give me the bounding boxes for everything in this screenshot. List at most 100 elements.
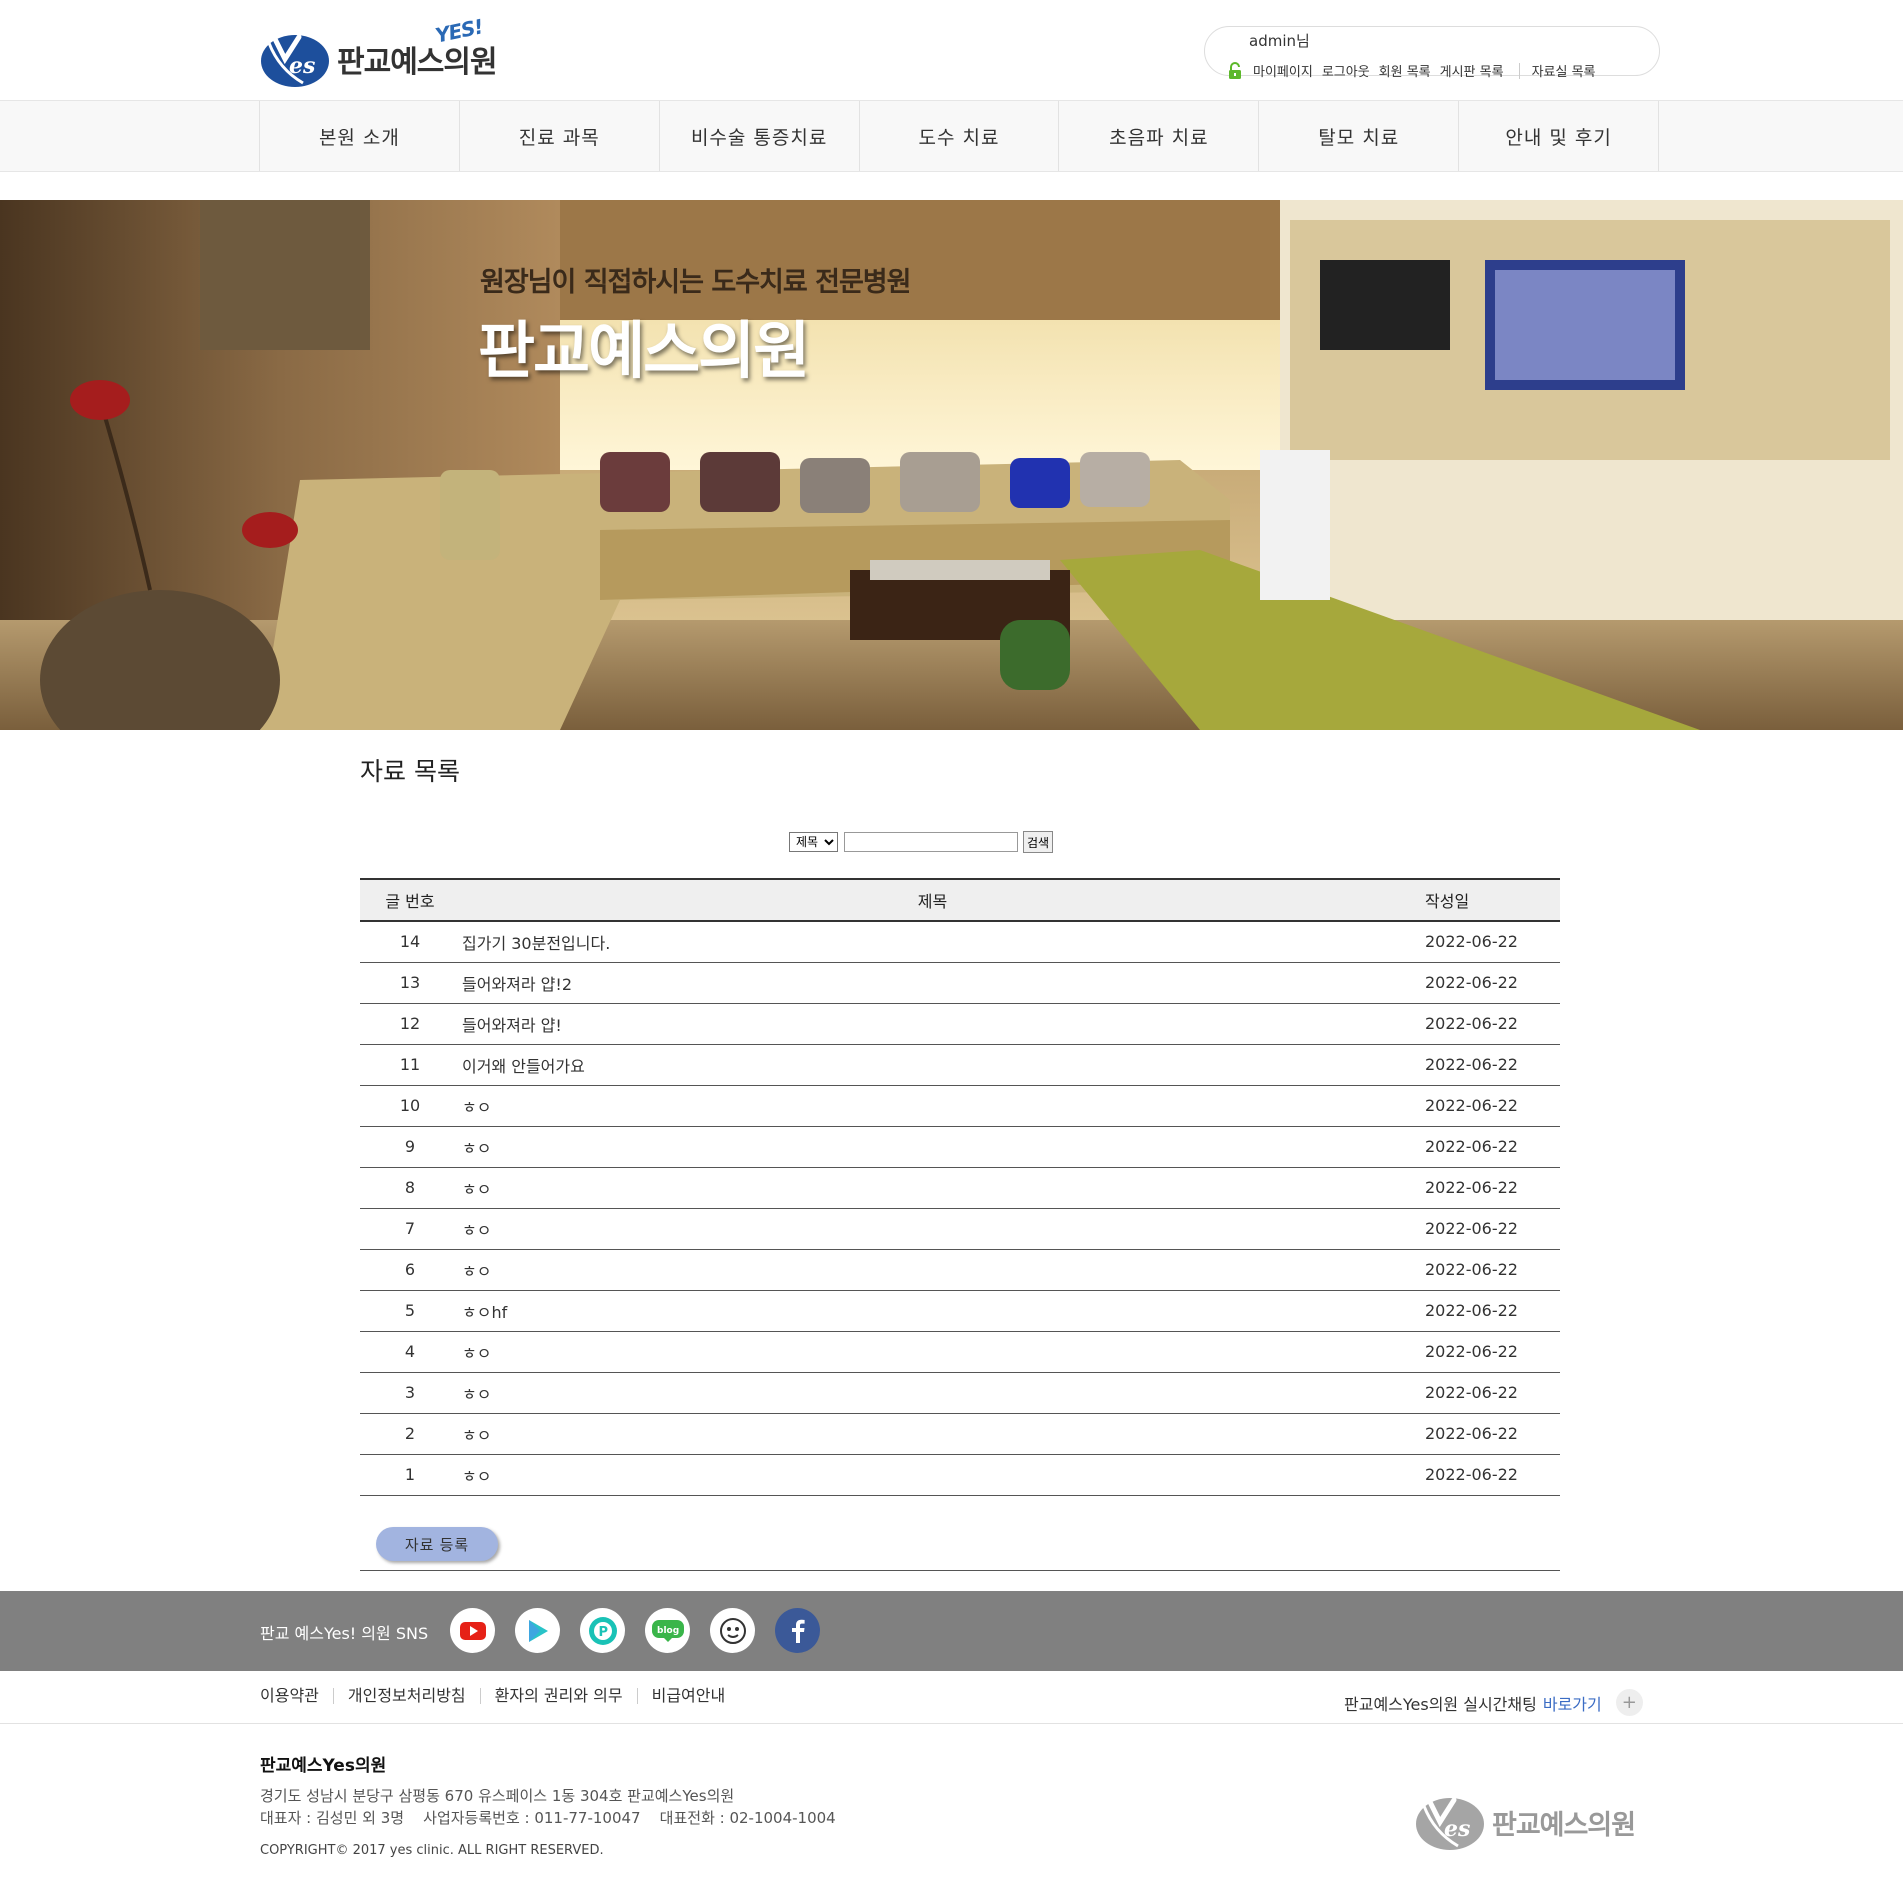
sns-list: P blog bbox=[450, 1608, 840, 1653]
row-num: 8 bbox=[360, 1167, 460, 1209]
plus-icon[interactable]: + bbox=[1615, 1689, 1643, 1716]
facebook-icon[interactable] bbox=[775, 1608, 820, 1653]
row-date: 2022-06-22 bbox=[1405, 1126, 1560, 1168]
row-date: 2022-06-22 bbox=[1405, 1249, 1560, 1291]
row-subject-link[interactable]: ㅎㅇ bbox=[460, 1126, 1405, 1168]
archive-list-link[interactable]: 자료실 목록 bbox=[1532, 61, 1596, 80]
logo-mark-icon: es bbox=[261, 34, 329, 87]
company-name: 판교예스Yes의원 bbox=[260, 1756, 387, 1776]
row-date: 2022-06-22 bbox=[1405, 1413, 1560, 1455]
member-list-link[interactable]: 회원 목록 bbox=[1379, 61, 1431, 80]
table-row: 4 ㅎㅇ 2022-06-22 bbox=[360, 1331, 1560, 1373]
sns-label: 판교 예스Yes! 의원 SNS bbox=[260, 1624, 429, 1643]
header-subject: 제목 bbox=[460, 878, 1405, 922]
chat-link[interactable]: 바로가기 bbox=[1543, 1691, 1602, 1715]
nav-item-about[interactable]: 본원 소개 bbox=[260, 101, 460, 171]
logo-text: 판교예스의원 YES! bbox=[337, 14, 498, 81]
row-num: 2 bbox=[360, 1413, 460, 1455]
row-subject-link[interactable]: ㅎㅇ bbox=[460, 1208, 1405, 1250]
hero-image bbox=[0, 200, 1903, 730]
row-date: 2022-06-22 bbox=[1405, 1290, 1560, 1332]
search-form: 제목 검색 bbox=[789, 831, 1054, 853]
row-subject-link[interactable]: ㅎㅇ bbox=[460, 1454, 1405, 1496]
nav-item-nonsurgical[interactable]: 비수술 통증치료 bbox=[660, 101, 860, 171]
post-icon[interactable]: P bbox=[580, 1608, 625, 1653]
table-row: 11 이거왜 안들어가요 2022-06-22 bbox=[360, 1044, 1560, 1086]
row-date: 2022-06-22 bbox=[1405, 1331, 1560, 1373]
row-num: 12 bbox=[360, 1003, 460, 1045]
user-name: admin님 bbox=[1249, 32, 1310, 50]
row-subject-link[interactable]: ㅎㅇ bbox=[460, 1413, 1405, 1455]
row-subject-link[interactable]: ㅎㅇ bbox=[460, 1249, 1405, 1291]
row-date: 2022-06-22 bbox=[1405, 1454, 1560, 1496]
row-date: 2022-06-22 bbox=[1405, 962, 1560, 1004]
board-list-link[interactable]: 게시판 목록 bbox=[1440, 61, 1504, 80]
site-logo[interactable]: es 판교예스의원 YES! bbox=[259, 14, 498, 92]
youtube-icon[interactable] bbox=[450, 1608, 495, 1653]
privacy-link[interactable]: 개인정보처리방침 bbox=[332, 1688, 480, 1704]
cafe-icon[interactable] bbox=[710, 1608, 755, 1653]
copyright: COPYRIGHT© 2017 yes clinic. ALL RIGHT RE… bbox=[260, 1843, 604, 1858]
register-button[interactable]: 자료 등록 bbox=[376, 1527, 498, 1561]
non-covered-link[interactable]: 비급여안내 bbox=[636, 1688, 740, 1704]
row-subject-link[interactable]: ㅎㅇ bbox=[460, 1372, 1405, 1414]
row-num: 11 bbox=[360, 1044, 460, 1086]
table-row: 7 ㅎㅇ 2022-06-22 bbox=[360, 1208, 1560, 1250]
row-date: 2022-06-22 bbox=[1405, 1167, 1560, 1209]
logo-mark-text: es bbox=[289, 53, 315, 79]
row-num: 5 bbox=[360, 1290, 460, 1332]
row-num: 1 bbox=[360, 1454, 460, 1496]
row-subject-link[interactable]: 들어와져라 얍! bbox=[460, 1003, 1405, 1045]
company-info: 경기도 성남시 분당구 삼평동 670 유스페이스 1동 304호 판교예스Ye… bbox=[260, 1785, 836, 1829]
row-subject-link[interactable]: ㅎㅇhf bbox=[460, 1290, 1405, 1332]
search-input[interactable] bbox=[844, 832, 1018, 852]
row-subject-link[interactable]: ㅎㅇ bbox=[460, 1085, 1405, 1127]
svg-text:P: P bbox=[598, 1625, 608, 1640]
row-date: 2022-06-22 bbox=[1405, 921, 1560, 963]
logout-link[interactable]: 로그아웃 bbox=[1322, 61, 1370, 80]
row-subject-link[interactable]: ㅎㅇ bbox=[460, 1331, 1405, 1373]
divider bbox=[360, 1570, 1560, 1571]
row-num: 13 bbox=[360, 962, 460, 1004]
footer-logo: es 판교예스의원 bbox=[1414, 1792, 1636, 1852]
row-subject-link[interactable]: 집가기 30분전입니다. bbox=[460, 921, 1405, 963]
nav-item-departments[interactable]: 진료 과목 bbox=[460, 101, 660, 171]
patient-rights-link[interactable]: 환자의 권리와 의무 bbox=[479, 1688, 637, 1704]
row-date: 2022-06-22 bbox=[1405, 1044, 1560, 1086]
logo-yes-badge: YES! bbox=[433, 14, 485, 48]
nav-item-hair-loss[interactable]: 탈모 치료 bbox=[1259, 101, 1460, 171]
row-date: 2022-06-22 bbox=[1405, 1208, 1560, 1250]
row-subject-link[interactable]: 들어와져라 얍!2 bbox=[460, 962, 1405, 1004]
live-chat: 판교예스Yes의원 실시간채팅 바로가기 + bbox=[1344, 1689, 1643, 1716]
chat-text: 판교예스Yes의원 실시간채팅 bbox=[1344, 1694, 1537, 1714]
mypage-link[interactable]: 마이페이지 bbox=[1253, 61, 1313, 80]
svg-text:blog: blog bbox=[657, 1626, 679, 1636]
logo-title: 판교예스의원 bbox=[337, 45, 498, 80]
row-num: 14 bbox=[360, 921, 460, 963]
row-subject-link[interactable]: ㅎㅇ bbox=[460, 1167, 1405, 1209]
company-details: 대표자 : 김성민 외 3명 사업자등록번호 : 011-77-10047 대표… bbox=[260, 1809, 836, 1827]
nav-item-manual-therapy[interactable]: 도수 치료 bbox=[860, 101, 1060, 171]
nav-item-guide-reviews[interactable]: 안내 및 후기 bbox=[1459, 101, 1660, 171]
nav-item-ultrasound[interactable]: 초음파 치료 bbox=[1059, 101, 1260, 171]
row-num: 4 bbox=[360, 1331, 460, 1373]
search-button[interactable]: 검색 bbox=[1023, 831, 1054, 853]
table-row: 1 ㅎㅇ 2022-06-22 bbox=[360, 1454, 1560, 1496]
row-num: 3 bbox=[360, 1372, 460, 1414]
divider bbox=[1518, 62, 1520, 79]
table-row: 10 ㅎㅇ 2022-06-22 bbox=[360, 1085, 1560, 1127]
search-field-select[interactable]: 제목 bbox=[789, 832, 838, 852]
row-num: 10 bbox=[360, 1085, 460, 1127]
row-num: 9 bbox=[360, 1126, 460, 1168]
row-num: 7 bbox=[360, 1208, 460, 1250]
hero-banner: 원장님이 직접하시는 도수치료 전문병원 판교예스의원 bbox=[0, 200, 1903, 730]
play-icon[interactable] bbox=[515, 1608, 560, 1653]
header-date: 작성일 bbox=[1405, 878, 1560, 922]
header-num: 글 번호 bbox=[360, 878, 460, 922]
terms-link[interactable]: 이용약관 bbox=[260, 1688, 333, 1704]
row-subject-link[interactable]: 이거왜 안들어가요 bbox=[460, 1044, 1405, 1086]
logo-mark-icon: es bbox=[1416, 1797, 1484, 1850]
row-date: 2022-06-22 bbox=[1405, 1085, 1560, 1127]
row-date: 2022-06-22 bbox=[1405, 1372, 1560, 1414]
blog-icon[interactable]: blog bbox=[645, 1608, 690, 1653]
